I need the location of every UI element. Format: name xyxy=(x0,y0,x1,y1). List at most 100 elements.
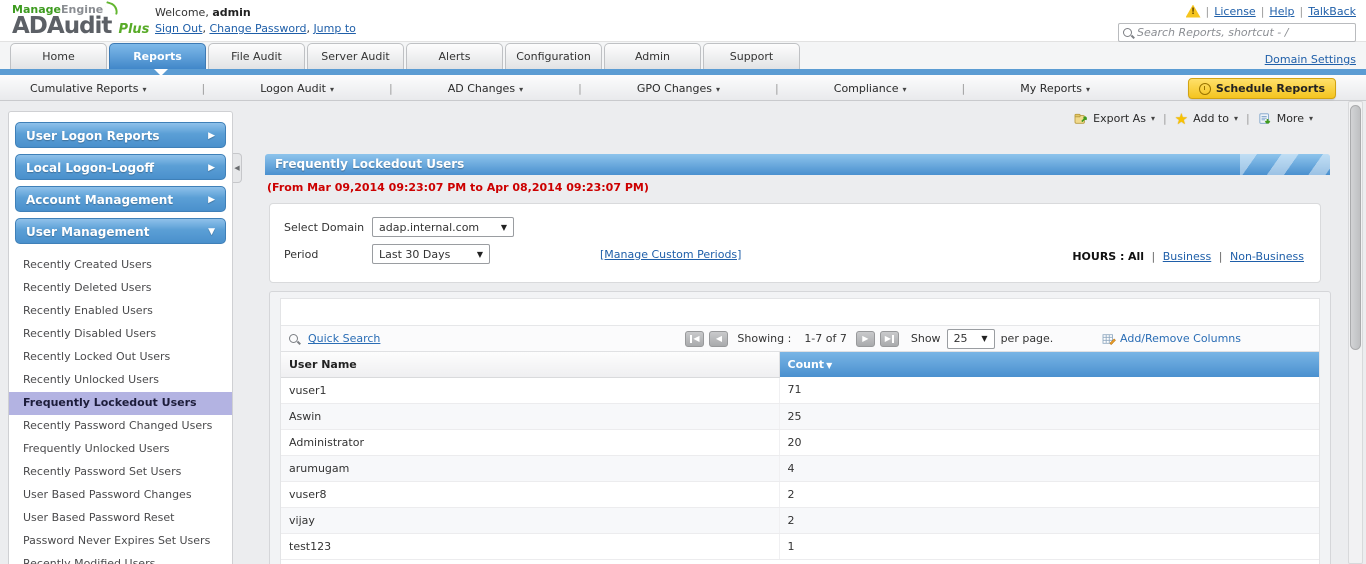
subnav-item-ad-changes[interactable]: AD Changes ▾ xyxy=(448,82,523,95)
quick-search-button[interactable]: Quick Search xyxy=(289,332,380,345)
cell-user-name: test123 xyxy=(281,533,780,560)
more-button[interactable]: More ▾ xyxy=(1258,112,1313,125)
username: admin xyxy=(212,6,251,19)
domain-select[interactable]: adap.internal.com ▼ xyxy=(372,217,514,237)
separator: | xyxy=(1299,4,1304,18)
product-name: ADAudit xyxy=(12,13,112,39)
sidebar-item-recently-unlocked-users[interactable]: Recently Unlocked Users xyxy=(9,369,232,392)
tab-reports[interactable]: Reports xyxy=(109,43,206,69)
cell-user-name: vijay xyxy=(281,507,780,534)
tab-home[interactable]: Home xyxy=(10,43,107,69)
scrollbar-thumb[interactable] xyxy=(1350,105,1361,350)
tab-alerts[interactable]: Alerts xyxy=(406,43,503,69)
period-select[interactable]: Last 30 Days ▼ xyxy=(372,244,490,264)
column-header-count[interactable]: Count ▼ xyxy=(779,352,1319,377)
manage-custom-periods-link[interactable]: [Manage Custom Periods] xyxy=(600,248,741,261)
hours-business-option[interactable]: Business xyxy=(1163,250,1212,263)
tab-file-audit[interactable]: File Audit xyxy=(208,43,305,69)
app-logo[interactable]: ManageEngine ADAudit Plus xyxy=(12,1,149,40)
table-row[interactable]: vuser8 2 xyxy=(281,481,1319,508)
dropdown-caret-icon: ▾ xyxy=(1085,84,1090,94)
column-header-user-name[interactable]: User Name xyxy=(281,352,780,378)
link-sign-out[interactable]: Sign Out xyxy=(155,22,202,35)
sidebar-item-recently-password-set-users[interactable]: Recently Password Set Users xyxy=(9,461,232,484)
sort-desc-icon: ▼ xyxy=(826,361,833,370)
export-as-button[interactable]: Export As ▾ xyxy=(1074,112,1155,125)
search-input[interactable] xyxy=(1137,26,1351,39)
report-toolbar: Export As ▾ | ★ Add to ▾ | More ▾ xyxy=(1074,109,1313,128)
sidebar-item-recently-created-users[interactable]: Recently Created Users xyxy=(9,254,232,277)
vertical-scrollbar[interactable] xyxy=(1348,101,1363,564)
main-area: User Logon Reports ▶ Local Logon-Logoff ▶ Ac… xyxy=(0,101,1366,564)
sidebar-item-user-based-password-reset[interactable]: User Based Password Reset xyxy=(9,507,232,530)
per-page-label: per page. xyxy=(1000,332,1054,345)
tab-support[interactable]: Support xyxy=(703,43,800,69)
schedule-reports-label: Schedule Reports xyxy=(1215,82,1325,95)
cell-user-name: Aswin xyxy=(281,403,780,430)
select-domain-label: Select Domain xyxy=(284,220,365,234)
sidebar-section-local-logon-logoff[interactable]: Local Logon-Logoff ▶ xyxy=(15,154,226,180)
subnav-item-compliance[interactable]: Compliance ▾ xyxy=(834,82,907,95)
table-row[interactable]: vuser1 71 xyxy=(281,377,1319,404)
link-change-password[interactable]: Change Password xyxy=(209,22,306,35)
sidebar-item-recently-modified-users[interactable]: Recently Modified Users xyxy=(9,553,232,564)
schedule-reports-button[interactable]: Schedule Reports xyxy=(1187,78,1336,99)
page-title: Frequently Lockedout Users xyxy=(275,157,465,171)
sidebar-section-user-management[interactable]: User Management ▼ xyxy=(15,218,226,244)
showing-label: Showing : xyxy=(737,332,792,345)
sidebar-item-recently-password-changed-users[interactable]: Recently Password Changed Users xyxy=(9,415,232,438)
sidebar-item-recently-deleted-users[interactable]: Recently Deleted Users xyxy=(9,277,232,300)
show-label: Show xyxy=(910,332,941,345)
page-size-value: 25 xyxy=(953,332,968,345)
subnav-item-logon-audit[interactable]: Logon Audit ▾ xyxy=(260,82,334,95)
page-size-select[interactable]: 25 ▼ xyxy=(946,328,995,349)
subnav-item-cumulative-reports[interactable]: Cumulative Reports ▾ xyxy=(30,82,147,95)
link-help[interactable]: Help xyxy=(1269,5,1294,18)
sidebar-item-recently-locked-out-users[interactable]: Recently Locked Out Users xyxy=(9,346,232,369)
tab-admin[interactable]: Admin xyxy=(604,43,701,69)
cell-count: 2 xyxy=(779,507,1319,534)
table-row[interactable]: vijay 2 xyxy=(281,507,1319,534)
dropdown-caret-icon: ▾ xyxy=(142,84,147,94)
table-header-row: User Name Count ▼ xyxy=(281,352,1319,378)
table-row[interactable]: arumugam 4 xyxy=(281,455,1319,482)
table-row[interactable]: Administrator 20 xyxy=(281,429,1319,456)
separator: | xyxy=(201,81,206,95)
tab-configuration[interactable]: Configuration xyxy=(505,43,602,69)
add-to-button[interactable]: ★ Add to ▾ xyxy=(1174,109,1238,128)
next-page-button[interactable]: ▶ xyxy=(855,330,875,347)
table-row[interactable]: Aswin 25 xyxy=(281,403,1319,430)
previous-page-button[interactable]: ◀ xyxy=(709,330,729,347)
sidebar-section-label: User Management xyxy=(26,225,150,239)
star-icon: ★ xyxy=(1174,109,1189,128)
last-page-button[interactable]: ▶ xyxy=(879,330,899,347)
subnav-item-my-reports[interactable]: My Reports ▾ xyxy=(1020,82,1090,95)
sidebar-item-frequently-unlocked-users[interactable]: Frequently Unlocked Users xyxy=(9,438,232,461)
columns-icon xyxy=(1102,333,1116,345)
sidebar-item-password-never-expires-set-users[interactable]: Password Never Expires Set Users xyxy=(9,530,232,553)
tab-server-audit[interactable]: Server Audit xyxy=(307,43,404,69)
first-page-button[interactable]: ◀ xyxy=(685,330,705,347)
sidebar-item-recently-enabled-users[interactable]: Recently Enabled Users xyxy=(9,300,232,323)
sidebar-item-frequently-lockedout-users[interactable]: Frequently Lockedout Users xyxy=(9,392,232,415)
sidebar-item-recently-disabled-users[interactable]: Recently Disabled Users xyxy=(9,323,232,346)
table-row[interactable]: test123 1 xyxy=(281,533,1319,560)
sidebar-item-user-based-password-changes[interactable]: User Based Password Changes xyxy=(9,484,232,507)
add-remove-columns-button[interactable]: Add/Remove Columns xyxy=(1102,332,1241,345)
link-license[interactable]: License xyxy=(1214,5,1255,18)
link-talkback[interactable]: TalkBack xyxy=(1308,5,1356,18)
warning-icon[interactable]: ! xyxy=(1185,4,1201,18)
domain-settings-link[interactable]: Domain Settings xyxy=(1265,53,1356,66)
hours-non-business-option[interactable]: Non-Business xyxy=(1230,250,1304,263)
sidebar-section-user-logon-reports[interactable]: User Logon Reports ▶ xyxy=(15,122,226,148)
report-content: Export As ▾ | ★ Add to ▾ | More ▾ Frequentl… xyxy=(263,101,1335,564)
welcome-prefix: Welcome, xyxy=(155,6,209,19)
header-right: ! | License | Help | TalkBack xyxy=(1118,3,1356,42)
hours-all-option[interactable]: All xyxy=(1128,250,1144,263)
sidebar-collapse-handle[interactable]: ◀ xyxy=(233,153,242,183)
sidebar-section-label: User Logon Reports xyxy=(26,129,160,143)
sidebar-section-account-management[interactable]: Account Management ▶ xyxy=(15,186,226,212)
subnav-item-gpo-changes[interactable]: GPO Changes ▾ xyxy=(637,82,720,95)
link-jump-to[interactable]: Jump to xyxy=(313,22,355,35)
report-grid: Quick Search ◀ ◀ Showing : 1-7 of 7 ▶ ▶ … xyxy=(280,298,1320,564)
